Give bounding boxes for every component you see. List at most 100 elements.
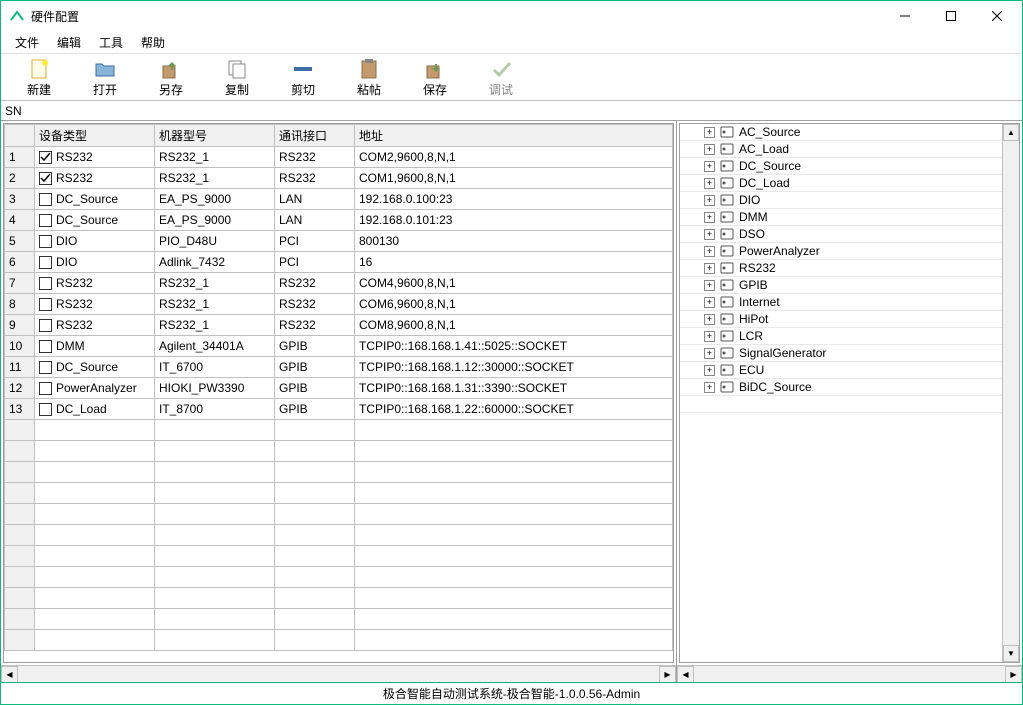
cell-model[interactable]: RS232_1 xyxy=(155,147,275,168)
cell-type[interactable]: RS232 xyxy=(35,168,155,189)
cell-comm[interactable]: LAN xyxy=(275,189,355,210)
cell-model[interactable]: Adlink_7432 xyxy=(155,252,275,273)
cell-comm[interactable]: LAN xyxy=(275,210,355,231)
table-row[interactable]: 13DC_LoadIT_8700GPIBTCPIP0::168.168.1.22… xyxy=(5,399,673,420)
cell-comm[interactable]: GPIB xyxy=(275,357,355,378)
cell-type[interactable]: DC_Source xyxy=(35,357,155,378)
expand-icon[interactable]: + xyxy=(704,314,715,325)
cell-type[interactable]: DC_Load xyxy=(35,399,155,420)
tree-item[interactable]: +RS232 xyxy=(680,260,1002,277)
tree-item[interactable]: +DC_Load xyxy=(680,175,1002,192)
grid-hscroll[interactable]: ◀ ▶ xyxy=(1,665,676,682)
cell-model[interactable]: RS232_1 xyxy=(155,168,275,189)
cell-addr[interactable]: COM6,9600,8,N,1 xyxy=(355,294,673,315)
row-checkbox[interactable] xyxy=(39,256,52,269)
saveas-button[interactable]: 另存 xyxy=(139,54,203,100)
cell-type[interactable]: RS232 xyxy=(35,294,155,315)
row-checkbox[interactable] xyxy=(39,151,52,164)
table-row[interactable]: 4DC_SourceEA_PS_9000LAN192.168.0.101:23 xyxy=(5,210,673,231)
cell-model[interactable]: RS232_1 xyxy=(155,315,275,336)
tree-item[interactable]: +DC_Source xyxy=(680,158,1002,175)
tree-item[interactable]: +DIO xyxy=(680,192,1002,209)
menu-tool[interactable]: 工具 xyxy=(91,32,131,53)
expand-icon[interactable]: + xyxy=(704,212,715,223)
expand-icon[interactable]: + xyxy=(704,331,715,342)
cell-comm[interactable]: GPIB xyxy=(275,378,355,399)
expand-icon[interactable]: + xyxy=(704,280,715,291)
tree-item[interactable]: +DSO xyxy=(680,226,1002,243)
cell-comm[interactable]: RS232 xyxy=(275,168,355,189)
tree-vscroll[interactable]: ▲ ▼ xyxy=(1002,124,1019,662)
device-type-tree[interactable]: +AC_Source+AC_Load+DC_Source+DC_Load+DIO… xyxy=(679,123,1020,663)
expand-icon[interactable]: + xyxy=(704,246,715,257)
tree-item[interactable]: +LCR xyxy=(680,328,1002,345)
menu-file[interactable]: 文件 xyxy=(7,32,47,53)
row-checkbox[interactable] xyxy=(39,340,52,353)
tree-item[interactable]: +GPIB xyxy=(680,277,1002,294)
tree-hscroll[interactable]: ◀ ▶ xyxy=(677,665,1022,682)
tree-item[interactable]: +PowerAnalyzer xyxy=(680,243,1002,260)
tree-item[interactable]: +SignalGenerator xyxy=(680,345,1002,362)
expand-icon[interactable]: + xyxy=(704,195,715,206)
expand-icon[interactable]: + xyxy=(704,297,715,308)
cell-model[interactable]: EA_PS_9000 xyxy=(155,210,275,231)
cell-model[interactable]: HIOKI_PW3390 xyxy=(155,378,275,399)
cell-addr[interactable]: COM4,9600,8,N,1 xyxy=(355,273,673,294)
row-checkbox[interactable] xyxy=(39,277,52,290)
tree-item[interactable]: +DMM xyxy=(680,209,1002,226)
open-button[interactable]: 打开 xyxy=(73,54,137,100)
expand-icon[interactable]: + xyxy=(704,178,715,189)
maximize-button[interactable] xyxy=(928,1,974,31)
expand-icon[interactable]: + xyxy=(704,144,715,155)
cell-model[interactable]: IT_8700 xyxy=(155,399,275,420)
col-model[interactable]: 机器型号 xyxy=(155,125,275,147)
scroll-up-icon[interactable]: ▲ xyxy=(1003,124,1019,141)
row-checkbox[interactable] xyxy=(39,172,52,185)
cell-model[interactable]: RS232_1 xyxy=(155,294,275,315)
device-grid[interactable]: 设备类型 机器型号 通讯接口 地址 1RS232RS232_1RS232COM2… xyxy=(3,123,674,663)
menu-help[interactable]: 帮助 xyxy=(133,32,173,53)
cell-type[interactable]: RS232 xyxy=(35,273,155,294)
tree-item[interactable]: +HiPot xyxy=(680,311,1002,328)
menu-edit[interactable]: 编辑 xyxy=(49,32,89,53)
table-row[interactable]: 2RS232RS232_1RS232COM1,9600,8,N,1 xyxy=(5,168,673,189)
cell-comm[interactable]: PCI xyxy=(275,252,355,273)
cell-type[interactable]: DC_Source xyxy=(35,189,155,210)
row-checkbox[interactable] xyxy=(39,214,52,227)
col-type[interactable]: 设备类型 xyxy=(35,125,155,147)
col-addr[interactable]: 地址 xyxy=(355,125,673,147)
row-checkbox[interactable] xyxy=(39,403,52,416)
cell-addr[interactable]: TCPIP0::168.168.1.12::30000::SOCKET xyxy=(355,357,673,378)
scroll-down-icon[interactable]: ▼ xyxy=(1003,645,1019,662)
cell-comm[interactable]: RS232 xyxy=(275,315,355,336)
row-checkbox[interactable] xyxy=(39,193,52,206)
expand-icon[interactable]: + xyxy=(704,348,715,359)
scroll-left-icon[interactable]: ◀ xyxy=(1,666,18,683)
table-row[interactable]: 9RS232RS232_1RS232COM8,9600,8,N,1 xyxy=(5,315,673,336)
cell-model[interactable]: RS232_1 xyxy=(155,273,275,294)
cell-comm[interactable]: RS232 xyxy=(275,294,355,315)
cell-model[interactable]: Agilent_34401A xyxy=(155,336,275,357)
tree-item[interactable]: +Internet xyxy=(680,294,1002,311)
table-row[interactable]: 1RS232RS232_1RS232COM2,9600,8,N,1 xyxy=(5,147,673,168)
cell-type[interactable]: DMM xyxy=(35,336,155,357)
row-checkbox[interactable] xyxy=(39,361,52,374)
cell-model[interactable]: IT_6700 xyxy=(155,357,275,378)
cell-type[interactable]: DIO xyxy=(35,252,155,273)
row-checkbox[interactable] xyxy=(39,235,52,248)
cell-comm[interactable]: GPIB xyxy=(275,336,355,357)
minimize-button[interactable] xyxy=(882,1,928,31)
cell-addr[interactable]: 16 xyxy=(355,252,673,273)
col-comm[interactable]: 通讯接口 xyxy=(275,125,355,147)
cell-type[interactable]: PowerAnalyzer xyxy=(35,378,155,399)
cell-comm[interactable]: GPIB xyxy=(275,399,355,420)
cell-addr[interactable]: TCPIP0::168.168.1.31::3390::SOCKET xyxy=(355,378,673,399)
table-row[interactable]: 10DMMAgilent_34401AGPIBTCPIP0::168.168.1… xyxy=(5,336,673,357)
cell-comm[interactable]: RS232 xyxy=(275,273,355,294)
table-row[interactable]: 5DIOPIO_D48UPCI800130 xyxy=(5,231,673,252)
scroll-left-icon[interactable]: ◀ xyxy=(677,666,694,683)
cell-addr[interactable]: TCPIP0::168.168.1.41::5025::SOCKET xyxy=(355,336,673,357)
table-row[interactable]: 7RS232RS232_1RS232COM4,9600,8,N,1 xyxy=(5,273,673,294)
tree-item[interactable]: +ECU xyxy=(680,362,1002,379)
new-button[interactable]: 新建 xyxy=(7,54,71,100)
